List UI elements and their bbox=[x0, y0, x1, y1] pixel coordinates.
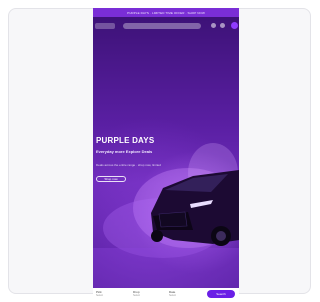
heart-icon[interactable] bbox=[220, 23, 225, 28]
hero-background-image bbox=[93, 8, 239, 300]
booking-bar: Pick Select Drop Select Date Select Sear… bbox=[93, 288, 239, 300]
date-field[interactable]: Date Select bbox=[169, 291, 191, 298]
site-nav bbox=[93, 20, 239, 32]
dropoff-field[interactable]: Drop Select bbox=[133, 291, 155, 298]
promo-banner[interactable]: PURPLE DAYS · LIMITED TIME OFFER · SHOP … bbox=[93, 8, 239, 17]
promo-banner-text: PURPLE DAYS · LIMITED TIME OFFER · SHOP … bbox=[127, 10, 205, 15]
pickup-field[interactable]: Pick Select bbox=[96, 291, 118, 298]
date-value: Select bbox=[169, 294, 176, 297]
hero-cta-button[interactable]: Shop now bbox=[96, 176, 126, 182]
dropoff-value: Select bbox=[133, 294, 140, 297]
hero-subtitle: Everyday more Explore Deals bbox=[96, 149, 153, 154]
hero-title: PURPLE DAYS bbox=[96, 136, 155, 145]
user-icon[interactable] bbox=[211, 23, 216, 28]
search-input[interactable] bbox=[123, 23, 201, 29]
logo[interactable] bbox=[95, 23, 115, 29]
cart-icon[interactable] bbox=[231, 22, 238, 29]
search-button[interactable]: Search bbox=[207, 290, 235, 298]
pickup-value: Select bbox=[96, 294, 103, 297]
mobile-page-preview: PURPLE DAYS · LIMITED TIME OFFER · SHOP … bbox=[93, 8, 239, 300]
car-illustration bbox=[93, 143, 239, 288]
hero-description: Deals across the entire range · shop now… bbox=[96, 163, 161, 167]
